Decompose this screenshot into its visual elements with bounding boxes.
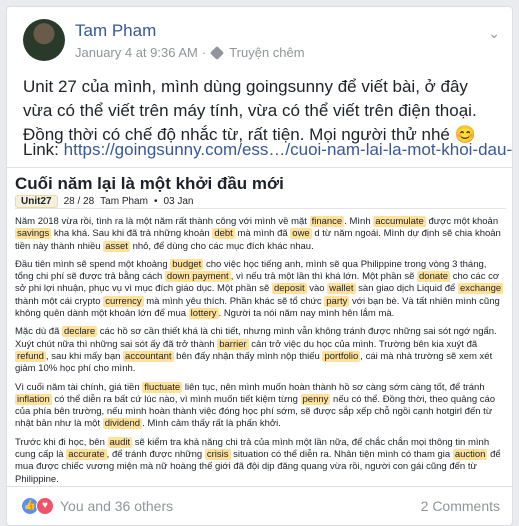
- preview-text: liên tục, nên mình muốn hoàn thành hồ sơ…: [182, 381, 485, 393]
- vocab-highlight: accumulate: [373, 216, 426, 227]
- chevron-down-icon[interactable]: ⌄: [488, 25, 500, 42]
- preview-text: . Mình cảm thấy rất là phấn khởi.: [142, 418, 281, 430]
- preview-text: kha khá. Sau khi đã trả những khoản: [51, 228, 213, 240]
- preview-text: bên đấy nhận thấy mình nộp thiếu: [173, 350, 323, 362]
- vocab-highlight: auction: [452, 449, 488, 461]
- heart-icon: ♥: [36, 497, 54, 515]
- preview-text: Đầu tiên mình sẽ spend một khoảng: [15, 258, 171, 270]
- preview-text: nhỏ, để dùng cho các mục đích khác nhau.: [129, 240, 314, 252]
- vocab-highlight: portfolio: [322, 350, 361, 362]
- post-message-text: Unit 27 của mình, mình dùng goingsunny đ…: [23, 77, 477, 144]
- reactions-summary[interactable]: 👍 ♥ You and 36 others: [21, 497, 173, 515]
- post-audience[interactable]: Truyện chêm: [229, 45, 304, 60]
- preview-text: được một khoản: [425, 216, 499, 227]
- preview-text: Mặc dù đã: [15, 326, 62, 338]
- vocab-highlight: wallet: [327, 283, 356, 295]
- preview-text: mà mình yêu thích. Phần khác sẽ tổ chức: [143, 295, 325, 307]
- preview-author: Tam Pham: [100, 196, 148, 207]
- vocab-highlight: debt: [212, 228, 235, 240]
- vocab-highlight: down payment: [164, 271, 231, 283]
- post-message: Unit 27 của mình, mình dùng goingsunny đ…: [23, 75, 493, 147]
- preview-paragraph: Đầu tiên mình sẽ spend một khoảng budget…: [15, 258, 507, 320]
- preview-paragraph: Năm 2018 vừa rồi, tình ra là một năm rất…: [15, 216, 507, 253]
- vocab-highlight: asset: [103, 240, 130, 252]
- vocab-highlight: dividend: [102, 418, 143, 430]
- author-name[interactable]: Tam Pham: [75, 21, 156, 41]
- vocab-highlight: accountant: [123, 350, 174, 362]
- vocab-highlight: savings: [15, 228, 52, 240]
- post-card: Tam Pham January 4 at 9:36 AM · Truyện c…: [6, 6, 513, 526]
- vocab-highlight: audit: [107, 436, 133, 448]
- vocab-highlight: deposit: [271, 283, 307, 295]
- post-footer: 👍 ♥ You and 36 others 2 Comments: [7, 485, 512, 525]
- preview-count: 28 / 28: [63, 196, 95, 207]
- preview-paragraph: Trước khi đi học, bên audit sẽ kiểm tra …: [15, 436, 507, 486]
- preview-text: , sau khi mấy bạn: [45, 350, 124, 362]
- vocab-highlight: refund: [15, 350, 46, 362]
- vocab-highlight: party: [324, 295, 350, 307]
- vocab-highlight: accurate: [66, 449, 107, 461]
- preview-text: sàn giao dịch Liquid để: [355, 283, 458, 295]
- avatar[interactable]: [23, 19, 65, 61]
- preview-text: Vì cuối năm tài chính, giá tiền: [15, 381, 143, 393]
- preview-text: . Người ta nói năm nay mình hên lắm mà.: [218, 308, 395, 320]
- post-meta: January 4 at 9:36 AM · Truyện chêm: [75, 45, 305, 60]
- vocab-highlight: barrier: [217, 338, 249, 350]
- preview-text: situation có thể diễn ra. Nhân tiện mình…: [230, 449, 453, 461]
- preview-title: Cuối năm lại là một khởi đầu mới: [15, 174, 284, 193]
- vocab-highlight: crisis: [204, 449, 231, 461]
- preview-text: vào: [306, 283, 328, 295]
- vocab-highlight: exchange: [457, 283, 504, 295]
- preview-text: thành một cái crypto: [15, 295, 104, 307]
- preview-text: cản trở việc du học của mình. Trường bên…: [248, 338, 478, 350]
- preview-body: Năm 2018 vừa rồi, tình ra là một năm rất…: [15, 216, 507, 486]
- preview-paragraph: Mặc dù đã declare các hồ sơ cần thiết kh…: [15, 326, 507, 375]
- preview-text: có thể diễn ra bất cứ lúc nào, vì mình m…: [51, 393, 301, 405]
- post-link-line: Link: https://goingsunny.com/ess…/cuoi-n…: [23, 140, 512, 160]
- vocab-highlight: currency: [103, 295, 144, 307]
- preview-paragraph: Vì cuối năm tài chính, giá tiền fluctuat…: [15, 381, 507, 431]
- preview-text: , vì nếu trả một lần thì khá lớn. Một ph…: [230, 271, 418, 283]
- preview-date: 03 Jan: [163, 196, 194, 207]
- link-prefix: Link:: [23, 140, 59, 159]
- vocab-highlight: donate: [417, 271, 451, 283]
- vocab-highlight: fluctuate: [142, 381, 183, 393]
- post-link[interactable]: https://goingsunny.com/ess…/cuoi-nam-lai…: [64, 140, 512, 159]
- vocab-highlight: penny: [300, 393, 331, 405]
- comments-count[interactable]: 2 Comments: [421, 498, 500, 514]
- vocab-highlight: budget: [170, 258, 204, 270]
- preview-text: Năm 2018 vừa rồi, tình ra là một năm rất…: [15, 216, 310, 227]
- unit-badge: Unit27: [15, 195, 58, 208]
- vocab-highlight: owe: [290, 228, 312, 240]
- preview-text: mà mình đã: [234, 228, 291, 240]
- vocab-highlight: inflation: [15, 393, 52, 405]
- vocab-highlight: finance: [309, 216, 345, 227]
- vocab-highlight: lottery: [188, 308, 219, 320]
- reactions-count: You and 36 others: [60, 498, 174, 514]
- tag-icon: [210, 45, 225, 60]
- vocab-highlight: declare: [62, 326, 98, 338]
- preview-meta: Unit27 28 / 28 Tam Pham • 03 Jan: [15, 195, 194, 208]
- preview-text: Trước khi đi học, bên: [15, 436, 108, 448]
- preview-text: , để tránh được những: [106, 449, 205, 461]
- post-time[interactable]: January 4 at 9:36 AM: [75, 45, 198, 60]
- preview-divider: [15, 208, 506, 209]
- link-preview[interactable]: Cuối năm lại là một khởi đầu mới Unit27 …: [7, 167, 512, 487]
- post-header: Tam Pham January 4 at 9:36 AM · Truyện c…: [23, 19, 500, 71]
- preview-text: . Mình: [344, 216, 374, 227]
